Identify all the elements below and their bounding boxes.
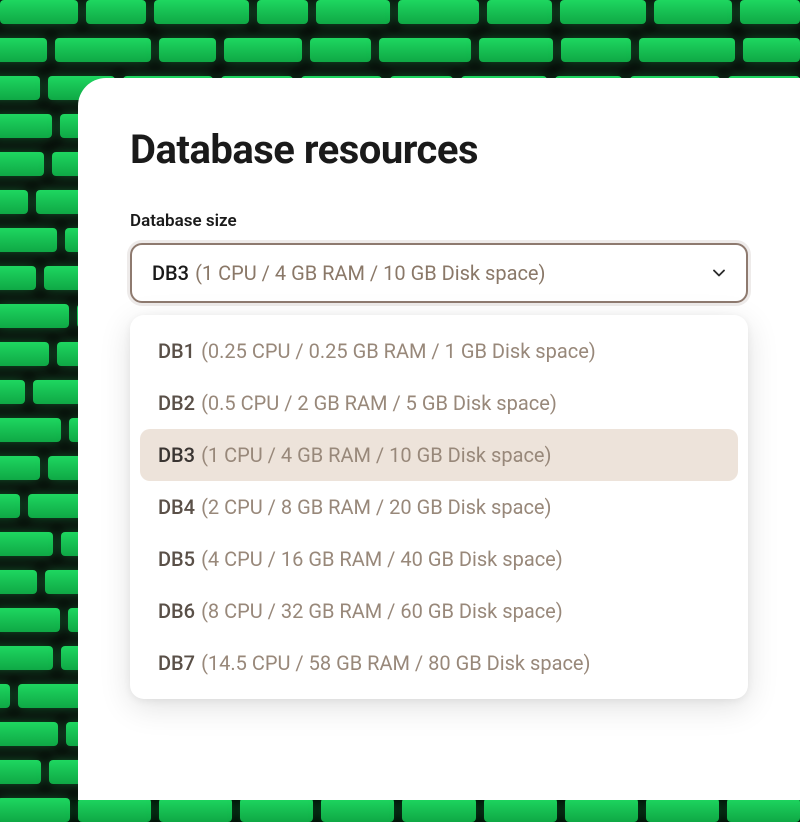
dropdown-option-db7[interactable]: DB7(14.5 CPU / 58 GB RAM / 80 GB Disk sp…: [140, 637, 738, 689]
option-name: DB7: [158, 651, 195, 675]
selected-option-name: DB3: [152, 261, 189, 285]
database-size-dropdown: DB1(0.25 CPU / 0.25 GB RAM / 1 GB Disk s…: [130, 315, 748, 699]
option-spec: (0.25 CPU / 0.25 GB RAM / 1 GB Disk spac…: [201, 339, 596, 363]
option-spec: (0.5 CPU / 2 GB RAM / 5 GB Disk space): [201, 391, 557, 415]
option-name: DB6: [158, 599, 195, 623]
dropdown-option-db5[interactable]: DB5(4 CPU / 16 GB RAM / 40 GB Disk space…: [140, 533, 738, 585]
option-name: DB5: [158, 547, 195, 571]
option-spec: (1 CPU / 4 GB RAM / 10 GB Disk space): [201, 443, 551, 467]
option-name: DB4: [158, 495, 195, 519]
dropdown-option-db1[interactable]: DB1(0.25 CPU / 0.25 GB RAM / 1 GB Disk s…: [140, 325, 738, 377]
database-size-label: Database size: [130, 211, 748, 231]
option-name: DB2: [158, 391, 195, 415]
option-name: DB1: [158, 339, 195, 363]
chevron-down-icon: [712, 266, 726, 280]
dropdown-option-db2[interactable]: DB2(0.5 CPU / 2 GB RAM / 5 GB Disk space…: [140, 377, 738, 429]
option-spec: (4 CPU / 16 GB RAM / 40 GB Disk space): [201, 547, 563, 571]
option-name: DB3: [158, 443, 195, 467]
selected-option-spec: (1 CPU / 4 GB RAM / 10 GB Disk space): [195, 261, 545, 285]
settings-card: Database resources Database size DB3 (1 …: [78, 78, 800, 800]
database-size-select[interactable]: DB3 (1 CPU / 4 GB RAM / 10 GB Disk space…: [130, 243, 748, 303]
option-spec: (14.5 CPU / 58 GB RAM / 80 GB Disk space…: [201, 651, 590, 675]
option-spec: (8 CPU / 32 GB RAM / 60 GB Disk space): [201, 599, 563, 623]
dropdown-option-db4[interactable]: DB4(2 CPU / 8 GB RAM / 20 GB Disk space): [140, 481, 738, 533]
option-spec: (2 CPU / 8 GB RAM / 20 GB Disk space): [201, 495, 551, 519]
dropdown-option-db3[interactable]: DB3(1 CPU / 4 GB RAM / 10 GB Disk space): [140, 429, 738, 481]
dropdown-option-db6[interactable]: DB6(8 CPU / 32 GB RAM / 60 GB Disk space…: [140, 585, 738, 637]
page-title: Database resources: [130, 126, 748, 173]
